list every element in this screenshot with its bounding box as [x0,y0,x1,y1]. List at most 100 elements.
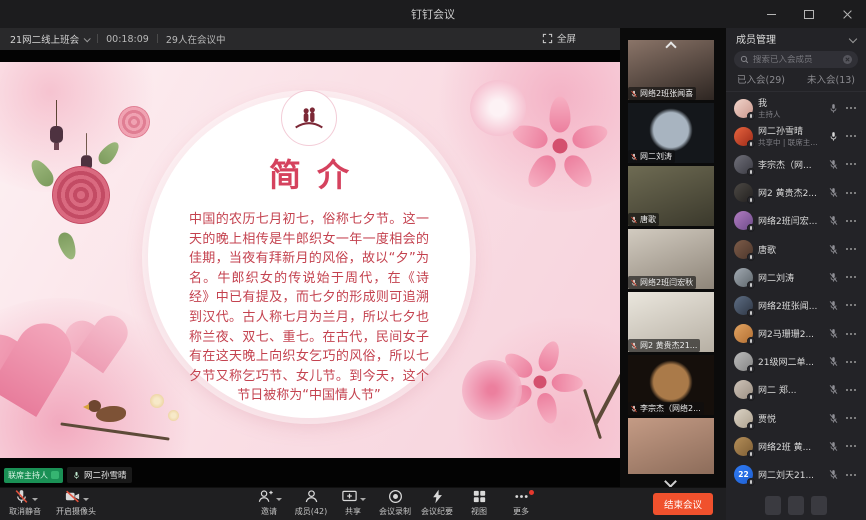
video-tile[interactable] [628,418,714,474]
mic-icon[interactable] [828,159,839,170]
member-row[interactable]: 网络2班闫宏... [726,207,866,235]
toolbar-button[interactable]: 开启摄像头 [56,490,96,517]
mic-icon[interactable] [828,103,839,114]
participant-name: 唐歌 [640,214,656,225]
more-options-icon[interactable] [844,385,858,395]
more-options-icon[interactable] [844,272,858,282]
video-tile-label: 网络2班张闻喜 [628,87,696,100]
mic-icon[interactable] [828,187,839,198]
slide-body-text: 中国的农历七月初七，俗称七夕节。这一天的晚上相传是牛郎织女一年一度相会的佳期，当… [189,210,429,406]
chevron-up-icon[interactable] [665,41,676,52]
chevron-down-icon[interactable] [664,475,677,488]
toolbar-button[interactable]: 会议纪要 [420,490,454,517]
panel-footer-button[interactable] [765,496,781,515]
member-tab[interactable]: 已入会(29) [726,71,796,91]
member-row[interactable]: 我 主持人 [726,94,866,122]
video-tile-label: 网2 黄贵杰21... [628,339,700,352]
video-tile[interactable]: 网络2班张闻喜 [628,40,714,100]
more-options-icon[interactable] [844,441,858,451]
more-options-icon[interactable] [844,159,858,169]
maximize-icon[interactable] [798,5,820,23]
mic-icon[interactable] [828,441,839,452]
member-row[interactable]: 网2 黄贵杰2... [726,179,866,207]
mic-icon[interactable] [828,244,839,255]
toolbar-button[interactable]: 取消静音 [8,490,42,517]
mic-status-badge-icon [747,140,755,148]
more-options-icon[interactable] [844,216,858,226]
member-info: 网络2班张闻... [758,299,823,312]
mic-status-badge-icon [747,365,755,373]
more-options-icon[interactable] [844,244,858,254]
mic-icon[interactable] [828,272,839,283]
member-row[interactable]: 网二孙雪晴 共享中 | 联席主持人 [726,122,866,150]
member-name: 网络2班 黄... [758,440,823,453]
member-row[interactable]: 网二刘涛 [726,263,866,291]
mic-icon[interactable] [828,413,839,424]
more-options-icon[interactable] [844,470,858,480]
video-tile[interactable]: 网络2班闫宏秋 [628,229,714,289]
member-name: 网二 郑... [758,383,823,396]
panel-header: 成员管理 [726,28,866,49]
avatar [734,99,753,118]
speaking-indicator: 联席主持人 网二孙雪晴 [4,467,132,483]
mic-icon[interactable] [828,300,839,311]
fullscreen-button[interactable]: 全屏 [542,31,576,45]
mic-icon[interactable] [828,384,839,395]
mic-icon[interactable] [828,356,839,367]
video-tile[interactable]: 网二刘涛 [628,103,714,163]
more-options-icon[interactable] [844,300,858,310]
more-options-icon[interactable] [844,103,858,113]
member-row[interactable]: 唐歌 [726,235,866,263]
member-row[interactable]: 网络2班张闻... [726,291,866,319]
video-tile[interactable]: 唐歌 [628,166,714,226]
more-options-icon[interactable] [844,131,858,141]
toolbar-button[interactable]: 邀请 [252,490,286,517]
notification-dot [529,490,534,495]
toolbar-button[interactable]: 成员(42) [294,490,328,517]
member-search-box [734,51,858,68]
window-title: 钉钉会议 [411,6,455,22]
toolbar-button[interactable]: 视图 [462,490,496,517]
mic-icon[interactable] [828,328,839,339]
toolbar-button[interactable]: 更多 [504,490,538,517]
avatar [734,183,753,202]
member-name: 网二刘天21... [758,468,823,481]
clear-search-icon[interactable] [843,55,852,64]
more-options-icon[interactable] [844,413,858,423]
member-row[interactable]: 贾悦 [726,404,866,432]
mic-icon[interactable] [828,215,839,226]
mic-icon[interactable] [828,131,839,142]
mic-icon[interactable] [828,469,839,480]
mic-status-badge-icon [747,337,755,345]
member-row[interactable]: 网二 郑... [726,376,866,404]
member-row[interactable]: 网2马珊珊2... [726,320,866,348]
more-options-icon[interactable] [844,329,858,339]
video-tile[interactable]: 网2 黄贵杰21... [628,292,714,352]
more-options-icon[interactable] [844,188,858,198]
meeting-app-window: 钉钉会议 21网二线上班会 | 00:18:09 | 29人在会议中 全屏 [0,0,866,520]
panel-footer-button[interactable] [788,496,804,515]
member-row[interactable]: 21级网二单... [726,348,866,376]
minimize-icon[interactable] [760,5,782,23]
video-tile-label: 网二刘涛 [628,150,675,163]
toolbar-button[interactable]: 会议录制 [378,490,412,517]
video-tile[interactable]: 李宗杰（网络2... [628,355,714,415]
meeting-name-dropdown[interactable]: 21网二线上班会 [10,32,89,46]
member-row[interactable]: 网络2班 黄... [726,432,866,460]
toolbar-button[interactable]: 共享 [336,490,370,517]
search-input[interactable] [753,55,839,65]
presentation-slide: 简介 中国的农历七月初七，俗称七夕节。这一天的晚上相传是牛郎织女一年一度相会的佳… [0,62,620,458]
fullscreen-label: 全屏 [557,31,576,45]
panel-footer-button[interactable] [811,496,827,515]
member-row[interactable]: 22 网二刘天21... [726,460,866,488]
end-meeting-button[interactable]: 结束会议 [653,493,713,515]
avatar [734,268,753,287]
person-icon [303,488,320,509]
chevron-down-icon[interactable] [849,34,857,42]
member-row[interactable]: 李宗杰（网... [726,150,866,178]
mic-muted-icon [630,405,638,413]
more-options-icon[interactable] [844,357,858,367]
close-icon[interactable] [836,5,858,23]
rose-decor [52,166,110,224]
member-tab[interactable]: 未入会(13) [796,71,866,91]
